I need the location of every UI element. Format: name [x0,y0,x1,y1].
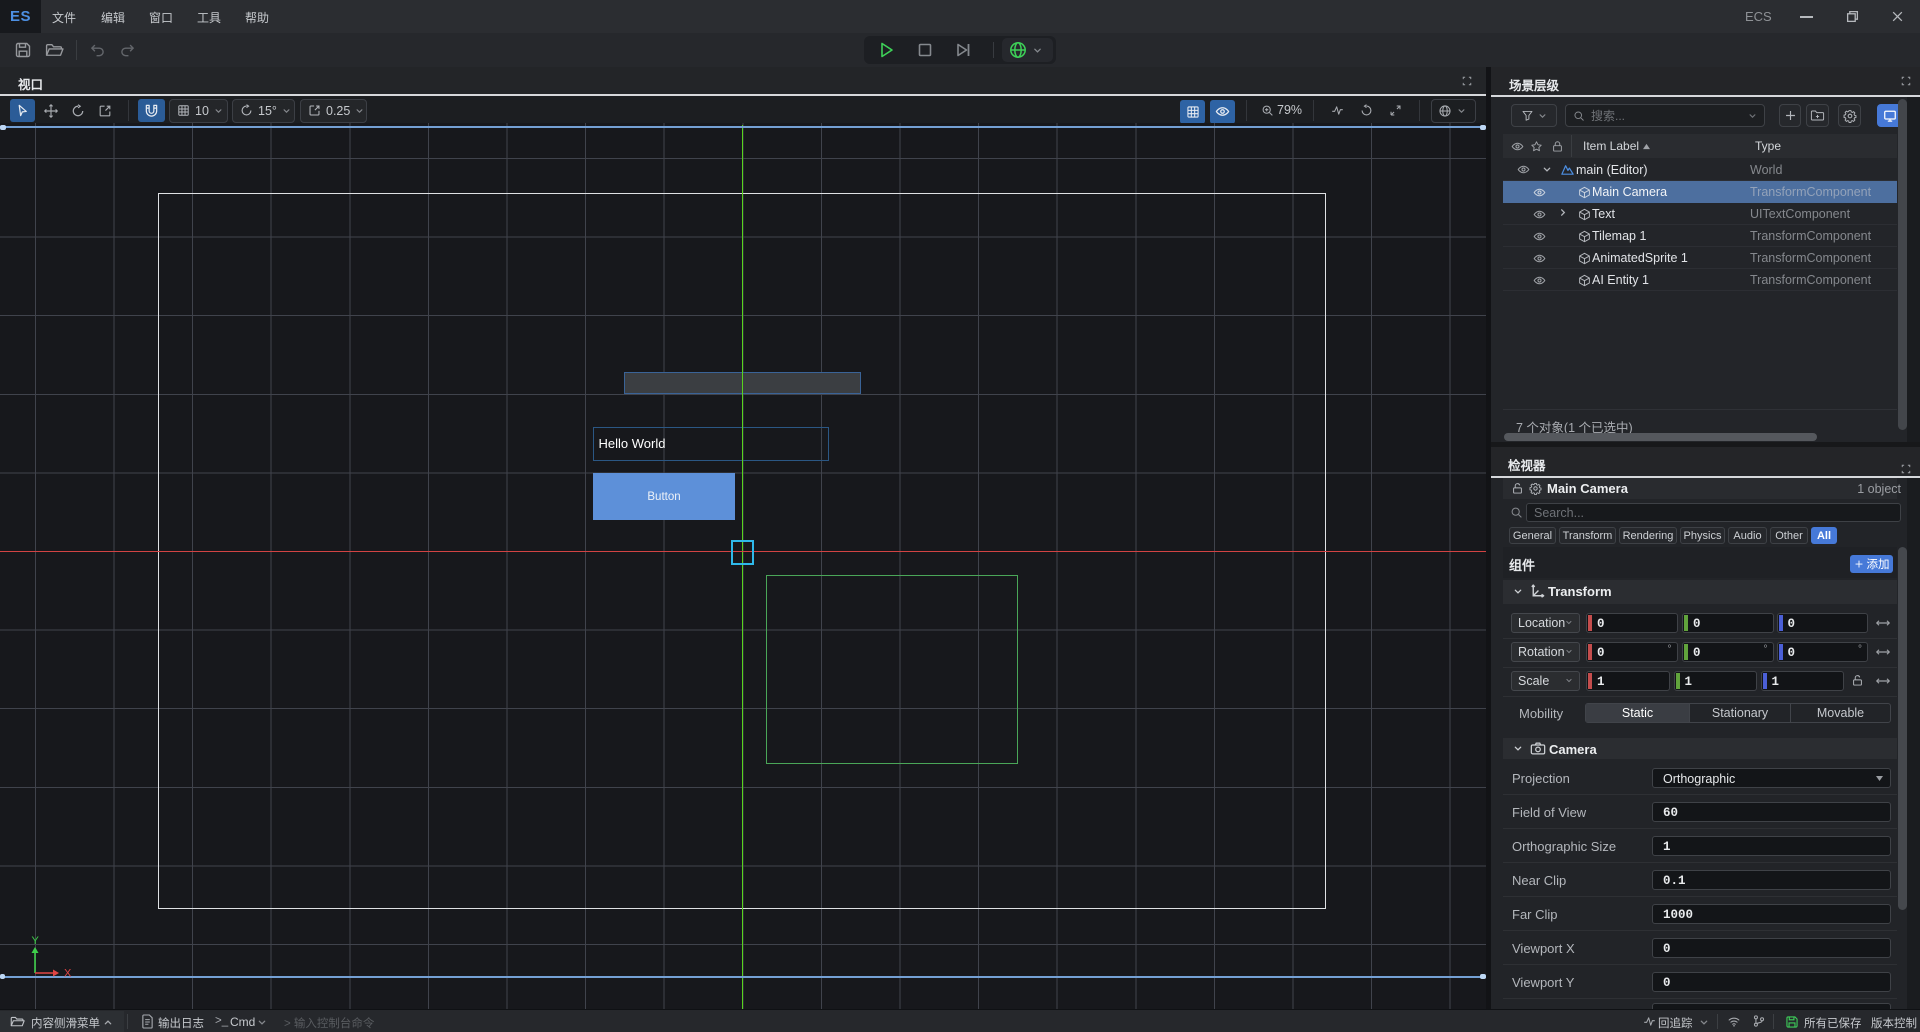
svg-text:X: X [64,968,72,980]
svg-text:Y: Y [32,935,40,947]
